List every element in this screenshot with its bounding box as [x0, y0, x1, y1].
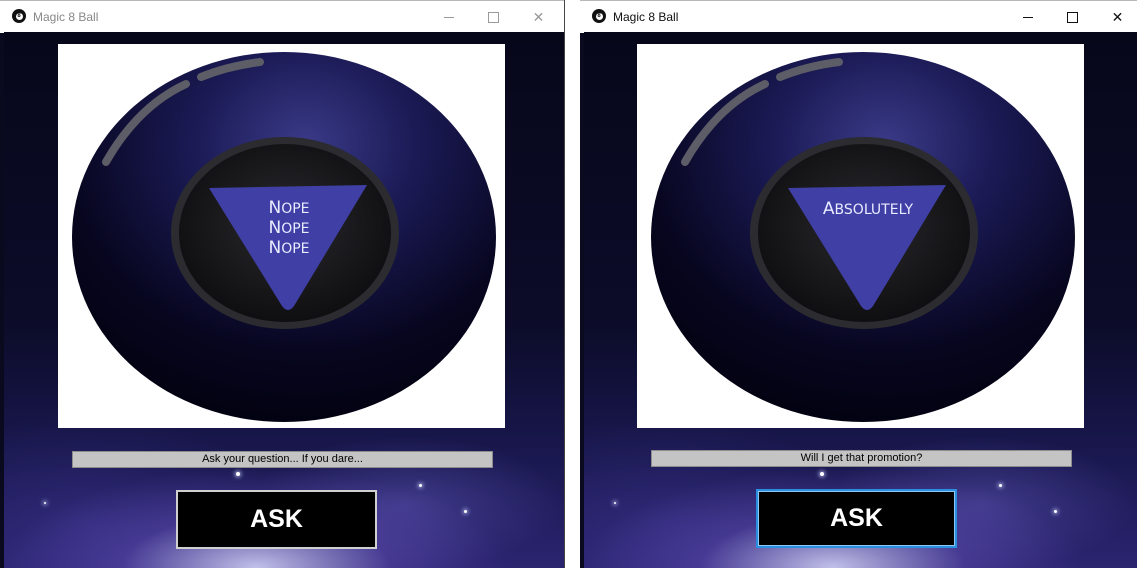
- window-title: Magic 8 Ball: [33, 10, 99, 24]
- question-input[interactable]: Ask your question... If you dare...: [72, 451, 493, 468]
- answer-line: NOPE: [268, 238, 309, 258]
- close-icon: ✕: [532, 8, 545, 25]
- close-icon: ✕: [1111, 8, 1124, 25]
- eight-ball-graphic: NOPE NOPE NOPE: [72, 52, 496, 422]
- magic-8-ball-window-right: 8 Magic 8 Ball ✕ ABSOLUTELY Will I get t…: [580, 0, 1137, 568]
- maximize-icon: [1067, 11, 1078, 23]
- answer-line: NOPE: [268, 198, 309, 218]
- minimize-icon: [443, 16, 454, 18]
- form-client-area: ABSOLUTELY Will I get that promotion? AS…: [584, 32, 1137, 568]
- star: [464, 510, 467, 513]
- eight-ball-app-icon: 8: [592, 9, 606, 23]
- star: [999, 484, 1002, 487]
- maximize-icon: [488, 11, 499, 23]
- star: [419, 484, 422, 487]
- window-title: Magic 8 Ball: [613, 10, 679, 24]
- ask-button[interactable]: ASK: [176, 490, 377, 549]
- ask-button[interactable]: ASK: [756, 489, 957, 548]
- title-bar[interactable]: 8 Magic 8 Ball ✕: [580, 0, 1137, 33]
- maximize-button[interactable]: [471, 1, 516, 33]
- star: [820, 472, 824, 476]
- magic-8-ball-window-left: 8 Magic 8 Ball ✕ NOPE NOPE NOPE Ask your…: [0, 0, 565, 568]
- eight-ball-graphic: ABSOLUTELY: [651, 52, 1075, 422]
- magic-8-ball-image: NOPE NOPE NOPE: [58, 44, 505, 428]
- answer-line: NOPE: [268, 218, 309, 238]
- magic-8-ball-image: ABSOLUTELY: [637, 44, 1084, 428]
- maximize-button[interactable]: [1050, 1, 1095, 33]
- star: [1054, 510, 1057, 513]
- minimize-button[interactable]: [1005, 1, 1050, 33]
- close-button[interactable]: ✕: [1095, 1, 1137, 33]
- minimize-button[interactable]: [426, 1, 471, 33]
- form-client-area: NOPE NOPE NOPE Ask your question... If y…: [4, 32, 564, 568]
- star: [44, 502, 46, 504]
- star: [236, 472, 240, 476]
- title-bar[interactable]: 8 Magic 8 Ball ✕: [0, 0, 564, 33]
- question-input[interactable]: Will I get that promotion?: [651, 450, 1072, 467]
- minimize-icon: [1022, 16, 1033, 18]
- eight-ball-app-icon: 8: [12, 9, 26, 23]
- star: [614, 502, 616, 504]
- close-button[interactable]: ✕: [516, 1, 561, 33]
- answer-line: ABSOLUTELY: [823, 199, 914, 219]
